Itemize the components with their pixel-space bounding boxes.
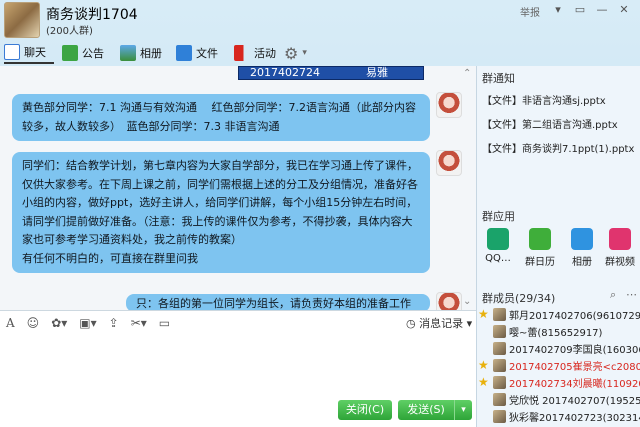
send-button[interactable]: 发送(S) ▾ [398,400,472,420]
sender-avatar[interactable] [436,92,462,118]
app-video[interactable]: 群视频 [600,228,640,268]
folder-icon [176,45,192,61]
member-row[interactable]: ★ 2017402705崔景亮<c2080 [478,357,640,373]
toolbar: 聊天 公告 相册 文件 活动 ⚙ ▾ [0,40,640,66]
member-row[interactable]: ★ 郭月2017402706(96107291 [478,306,640,322]
member-name: 党欣悦 2017402707(19525 [509,395,640,407]
member-avatar [493,324,506,338]
member-avatar [493,341,506,355]
send-button-label: 发送(S) [407,403,445,416]
tab-files-label: 文件 [196,47,218,60]
notice-file-item[interactable]: 【文件】商务谈判7.1ppt(1).pptx [482,140,634,155]
member-name: 2017402709李国良(160306 [509,344,640,356]
member-avatar [493,375,506,389]
calendar-icon [529,228,551,250]
tab-album[interactable]: 相册 [120,42,162,64]
settings-button[interactable]: ⚙ ▾ [284,42,307,64]
admin-star-icon: ★ [478,375,489,389]
app-qq[interactable]: QQ… [478,228,518,264]
collapse-down-icon[interactable]: ⌄ [463,296,471,307]
member-list-icon[interactable]: ⋯ [626,288,637,301]
skin-icon[interactable]: ▭ [570,2,590,18]
video-icon [609,228,631,250]
tab-activity-label: 活动 [254,47,276,60]
notice-file-item[interactable]: 【文件】非语言沟通sj.pptx [482,92,606,107]
table-cell: 2017402724 [250,66,320,79]
magic-emoji-icon[interactable]: ✿▾ [51,316,67,330]
photo-icon [120,45,136,61]
dropdown-icon[interactable]: ▾ [548,2,568,18]
close-button[interactable]: 关闭(C) [338,400,392,420]
scissors-icon[interactable]: ✂▾ [131,316,147,330]
message-log-button[interactable]: ◷ 消息记录 ▾ [406,315,472,331]
app-album[interactable]: 相册 [562,228,602,268]
report-link[interactable]: 举报 [520,4,540,19]
message-bubble[interactable]: 只：各组的第一位同学为组长，请负责好本组的准备工作 [126,294,430,310]
app-calendar[interactable]: 群日历 [520,228,560,268]
tab-notice[interactable]: 公告 [62,42,104,64]
flag-icon [234,45,250,61]
tab-activity[interactable]: 活动 [234,42,276,64]
photo-icon [571,228,593,250]
tab-files[interactable]: 文件 [176,42,218,64]
table-cell: 易雅 [366,66,388,79]
tab-chat-label: 聊天 [24,46,46,59]
notice-file-item[interactable]: 【文件】第二组语言沟通.pptx [482,116,618,131]
minimize-icon[interactable]: — [592,2,612,18]
message-bubble[interactable]: 同学们：结合教学计划，第七章内容为大家自学部分，我已在学习通上传了课件，仅供大家… [12,152,430,273]
member-avatar [493,392,506,406]
members-title: 群成员(29/34) [482,292,556,305]
notice-title: 群通知 [482,72,515,85]
chat-icon [4,44,20,60]
app-label: QQ… [485,253,511,264]
message-log-label: 消息记录 [419,317,464,330]
tab-notice-label: 公告 [82,47,104,60]
member-avatar [493,409,506,423]
font-icon[interactable]: A [6,316,15,330]
chat-history[interactable]: 2017402724 易雅 黄色部分同学：7.1 沟通与有效沟通 红色部分同学：… [0,66,476,310]
admin-star-icon: ★ [478,358,489,372]
member-name: 2017402734刘晨曦(110920 [509,378,640,390]
more-icon[interactable]: ▭ [159,316,170,330]
image-icon[interactable]: ▣▾ [79,316,96,330]
search-icon[interactable]: ⌕ [610,288,616,302]
chevron-down-icon: ▾ [302,48,307,58]
group-member-count: (200人群) [46,26,93,37]
group-avatar[interactable] [4,2,40,38]
app-label: 相册 [572,257,592,268]
tab-chat[interactable]: 聊天 [4,42,54,64]
sender-avatar[interactable] [436,292,462,310]
send-options-chevron-icon[interactable]: ▾ [454,400,472,420]
apps-title: 群应用 [482,210,515,223]
member-row[interactable]: 2017402709李国良(160306 [478,340,640,356]
clock-icon: ◷ [406,317,420,330]
member-avatar [493,358,506,372]
megaphone-icon [62,45,78,61]
member-row[interactable]: ★ 2017402734刘晨曦(110920 [478,374,640,390]
app-label: 群日历 [525,257,555,268]
member-avatar [493,307,506,321]
image-table-strip: 2017402724 易雅 [238,66,424,80]
phone-icon [487,228,509,250]
emoji-icon[interactable]: ☺ [27,316,40,330]
member-name: 嘤~蕾(815652917) [509,327,603,339]
gear-icon: ⚙ [284,43,299,63]
member-name: 2017402705崔景亮<c2080 [509,361,640,373]
group-title: 商务谈判1704 [46,7,138,23]
message-bubble[interactable]: 黄色部分同学：7.1 沟通与有效沟通 红色部分同学：7.2语言沟通（此部分内容较… [12,94,430,141]
admin-star-icon: ★ [478,307,489,321]
input-toolbar: A ☺ ✿▾ ▣▾ ⇪ ✂▾ ▭ [0,310,476,336]
member-name: 郭月2017402706(96107291 [509,310,640,322]
member-name: 狄彩馨2017402723(302314 [509,412,640,424]
upload-icon[interactable]: ⇪ [109,316,119,330]
app-label: 群视频 [605,257,635,268]
tab-album-label: 相册 [140,47,162,60]
member-row[interactable]: 嘤~蕾(815652917) [478,323,602,339]
sender-avatar[interactable] [436,150,462,176]
member-row[interactable]: 狄彩馨2017402723(302314 [478,408,640,424]
collapse-up-icon[interactable]: ⌃ [463,68,471,79]
member-row[interactable]: 党欣悦 2017402707(19525 [478,391,640,407]
close-icon[interactable]: ✕ [614,2,634,18]
chat-scrollbar[interactable]: ⌃ ⌄ [462,66,476,310]
